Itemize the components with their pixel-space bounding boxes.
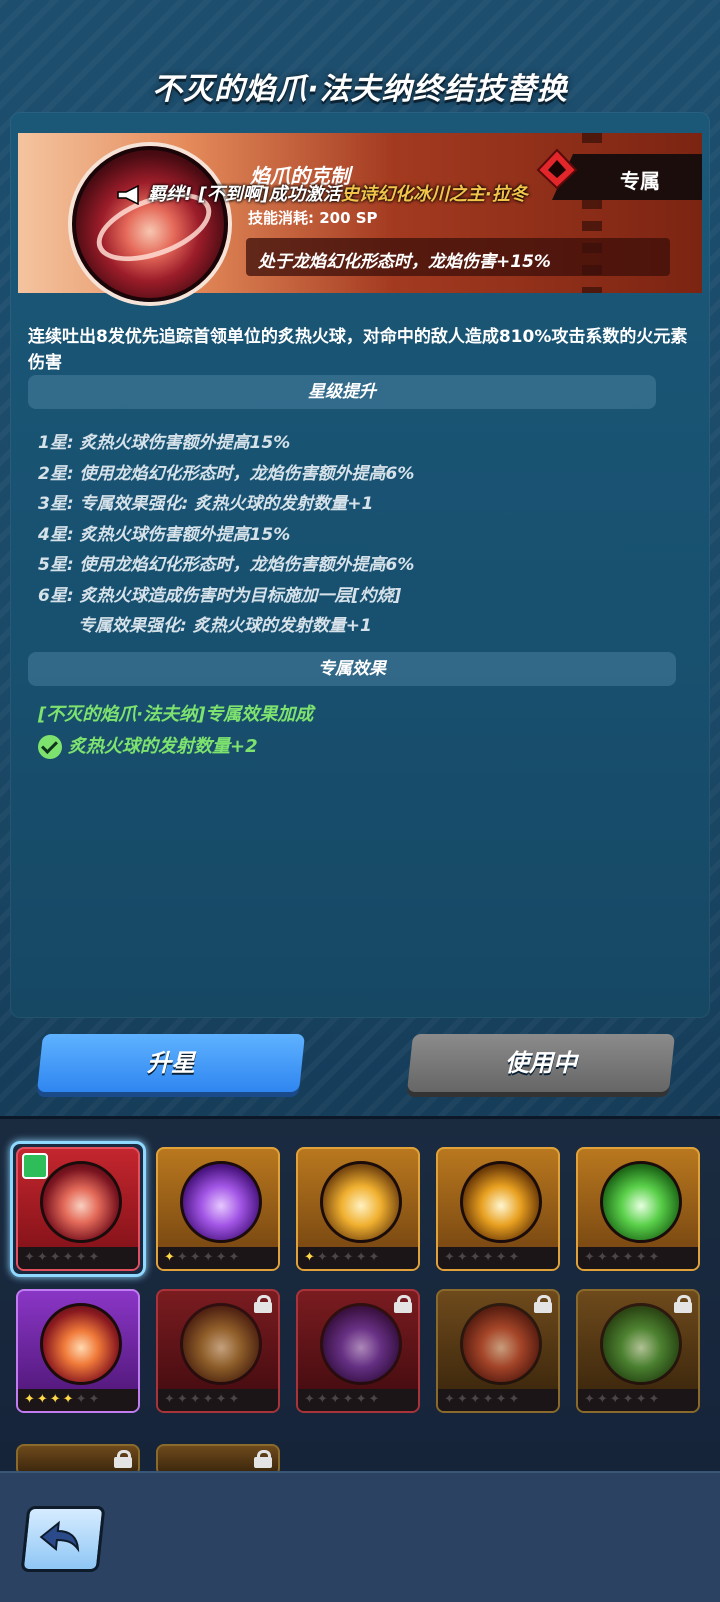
check-icon: [38, 735, 62, 759]
upgrade-star-label: 升星: [147, 1049, 195, 1077]
lock-icon: [674, 1295, 692, 1313]
equipped-badge-icon: [22, 1153, 48, 1179]
exclusive-bonus-title: [不灭的焰爪·法夫纳]专属效果加成: [38, 704, 314, 725]
green-arrow-icon: [600, 1161, 682, 1243]
lock-icon: [114, 1450, 132, 1468]
star-upgrade-list: 1星: 炙热火球伤害额外提高15% 2星: 使用龙焰幻化形态时，龙焰伤害额外提高…: [38, 428, 688, 642]
megaphone-icon: [117, 185, 139, 205]
star-rating: ✦✦✦✦✦✦: [158, 1247, 278, 1269]
upgrade-star-button[interactable]: 升星: [36, 1034, 306, 1092]
skill-card-7[interactable]: ✦✦✦✦✦✦: [156, 1289, 280, 1413]
back-button[interactable]: [20, 1506, 106, 1572]
skill-card-5[interactable]: ✦✦✦✦✦✦: [576, 1147, 700, 1271]
star-rating: ✦✦✦✦✦✦: [298, 1247, 418, 1269]
exclusive-effect-header: 专属效果: [28, 652, 676, 686]
bond-text: 羁绊! [不到啊]成功激活: [148, 184, 341, 205]
dark-arrow-icon: [320, 1303, 402, 1385]
star-line-6-extra: 专属效果强化: 炙热火球的发射数量+1: [78, 616, 372, 636]
page-title: 不灭的焰爪·法夫纳终结技替换: [152, 72, 568, 107]
skill-card-10[interactable]: ✦✦✦✦✦✦: [576, 1289, 700, 1413]
lock-icon: [254, 1295, 272, 1313]
in-use-label: 使用中: [505, 1049, 577, 1077]
meteor-icon: [460, 1303, 542, 1385]
star-rating: ✦✦✦✦✦✦: [18, 1389, 138, 1411]
star-rating: ✦✦✦✦✦✦: [438, 1247, 558, 1269]
skill-card-2[interactable]: ✦✦✦✦✦✦: [156, 1147, 280, 1271]
star-upgrade-header: 星级提升: [28, 375, 656, 409]
skill-cost: 技能消耗: 200 SP: [248, 209, 378, 227]
skill-card-3[interactable]: ✦✦✦✦✦✦: [296, 1147, 420, 1271]
star-line-2: 2星: 使用龙焰幻化形态时，龙焰伤害额外提高6%: [38, 463, 415, 484]
lock-icon: [254, 1450, 272, 1468]
in-use-button[interactable]: 使用中: [406, 1034, 676, 1092]
lock-icon: [394, 1295, 412, 1313]
star-line-5: 5星: 使用龙焰幻化形态时，龙焰伤害额外提高6%: [38, 555, 415, 575]
skill-card-1[interactable]: ✦✦✦✦✦✦: [16, 1147, 140, 1271]
green-pillars-icon: [600, 1303, 682, 1385]
skill-card-9[interactable]: ✦✦✦✦✦✦: [436, 1289, 560, 1413]
star-line-4: 4星: 炙热火球伤害额外提高15%: [38, 524, 291, 545]
exclusive-bonus-item: 炙热火球的发射数量+2: [38, 732, 258, 759]
star-rating: ✦✦✦✦✦✦: [438, 1389, 558, 1411]
bond-activated-toast: 羁绊! [不到啊]成功激活史诗幻化冰川之主·拉冬: [116, 180, 636, 210]
lightning-strike-icon: [320, 1161, 402, 1243]
star-line-3: 3星: 专属效果强化: 炙热火球的发射数量+1: [38, 494, 374, 514]
fireball-skill-icon: [72, 146, 228, 302]
exclusive-effect-box: 处于龙焰幻化形态时，龙焰伤害+15%: [246, 238, 670, 276]
golden-slash-icon: [180, 1303, 262, 1385]
star-rating: ✦✦✦✦✦✦: [298, 1389, 418, 1411]
skill-card-8[interactable]: ✦✦✦✦✦✦: [296, 1289, 420, 1413]
purple-wave-icon: [180, 1161, 262, 1243]
fire-spirit-icon: [40, 1303, 122, 1385]
skill-description: 连续吐出8发优先追踪首领单位的炙热火球，对命中的敌人造成810%攻击系数的火元素…: [28, 327, 688, 373]
fireball-icon: [40, 1161, 122, 1243]
triple-lightning-icon: [460, 1161, 542, 1243]
skill-grid: ✦✦✦✦✦✦ ✦✦✦✦✦✦ ✦✦✦✦✦✦ ✦✦✦✦✦✦ ✦✦✦✦✦✦ ✦✦✦✦✦…: [0, 1116, 720, 1476]
star-rating: ✦✦✦✦✦✦: [578, 1247, 698, 1269]
star-line-1: 1星: 炙热火球伤害额外提高15%: [38, 433, 291, 453]
bond-highlight: 史诗幻化冰川之主·拉冬: [340, 184, 528, 205]
skill-card-6[interactable]: ✦✦✦✦✦✦: [16, 1289, 140, 1413]
lock-icon: [534, 1295, 552, 1313]
exclusive-effect-text: 处于龙焰幻化形态时，龙焰伤害+15%: [258, 252, 551, 272]
star-rating: ✦✦✦✦✦✦: [158, 1389, 278, 1411]
bottom-bar: [0, 1471, 720, 1602]
back-arrow-icon: [39, 1520, 80, 1553]
star-rating: ✦✦✦✦✦✦: [578, 1389, 698, 1411]
skill-card-4[interactable]: ✦✦✦✦✦✦: [436, 1147, 560, 1271]
star-line-6: 6星: 炙热火球造成伤害时为目标施加一层[灼烧]: [38, 585, 402, 606]
star-rating: ✦✦✦✦✦✦: [18, 1247, 138, 1269]
exclusive-bonus-text: 炙热火球的发射数量+2: [68, 736, 258, 757]
